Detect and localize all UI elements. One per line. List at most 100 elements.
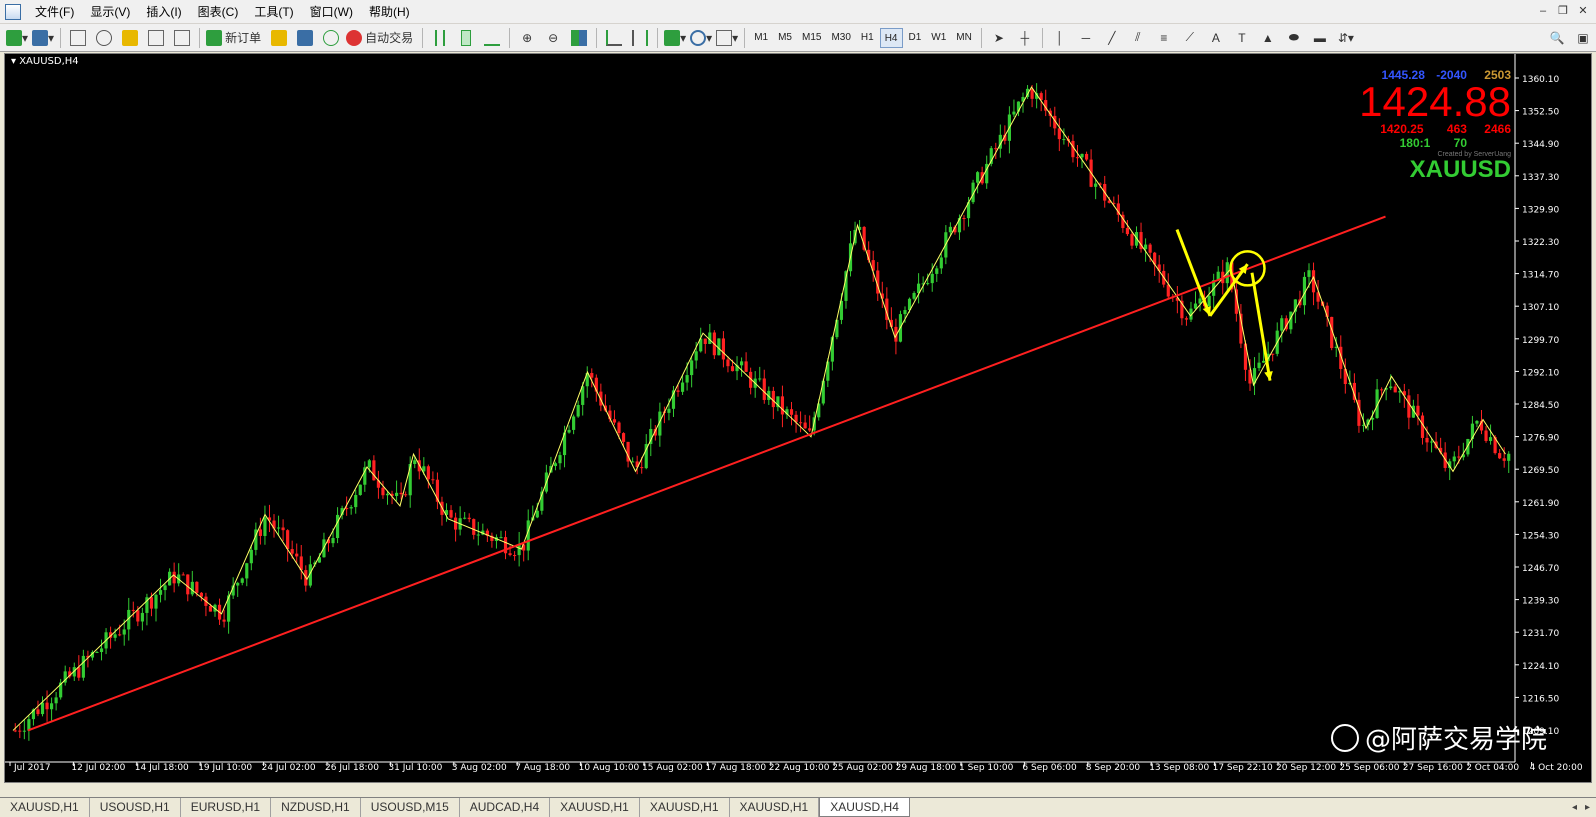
chart-tab[interactable]: USOUSD,M15 bbox=[360, 798, 460, 817]
fibonacci-fan-icon: ⟋ bbox=[1185, 30, 1195, 44]
toolbar-options-button[interactable]: ▣ bbox=[1572, 27, 1594, 49]
ellipse-button[interactable]: ⬬ bbox=[1283, 27, 1305, 49]
chart-tab[interactable]: AUDCAD,H4 bbox=[459, 798, 551, 817]
new-chart-button[interactable]: ▾ bbox=[6, 27, 28, 49]
candle-body bbox=[744, 361, 748, 372]
price-label: 1216.50 bbox=[1522, 694, 1559, 704]
periods-button[interactable]: ▾ bbox=[690, 27, 712, 49]
timeframe-d1[interactable]: D1 bbox=[905, 28, 926, 48]
menu-charts[interactable]: 图表(C) bbox=[190, 1, 247, 23]
candle-body bbox=[572, 416, 576, 430]
price-label: 1314.70 bbox=[1522, 271, 1559, 281]
minimize-icon[interactable]: – bbox=[1534, 3, 1552, 19]
restore-icon[interactable]: ❐ bbox=[1554, 3, 1572, 19]
zoom-in-button[interactable]: ⊕ bbox=[516, 27, 538, 49]
trendline bbox=[27, 215, 1386, 732]
chart-tab[interactable]: USOUSD,H1 bbox=[89, 798, 181, 817]
candle-body bbox=[413, 460, 417, 465]
cursor-button[interactable]: ➤ bbox=[988, 27, 1010, 49]
crosshair-button[interactable]: ┼ bbox=[1014, 27, 1036, 49]
text-label-button[interactable]: T bbox=[1231, 27, 1253, 49]
equidistant-channel-button[interactable]: ⫽ bbox=[1127, 27, 1149, 49]
zoom-out-button[interactable]: ⊖ bbox=[542, 27, 564, 49]
triangle-button[interactable]: ▲ bbox=[1257, 27, 1279, 49]
trendline-button[interactable]: ╱ bbox=[1101, 27, 1123, 49]
data-window-button[interactable] bbox=[93, 27, 115, 49]
close-icon[interactable]: ✕ bbox=[1574, 3, 1592, 19]
vertical-line-button[interactable]: │ bbox=[1049, 27, 1071, 49]
chart-tab[interactable]: XAUUSD,H1 bbox=[550, 798, 640, 817]
menu-view[interactable]: 显示(V) bbox=[82, 1, 138, 23]
timeframe-w1[interactable]: W1 bbox=[927, 28, 950, 48]
signals-icon bbox=[323, 29, 340, 46]
candle-body bbox=[1193, 303, 1198, 309]
candle-body bbox=[149, 597, 154, 609]
price-chart[interactable]: 1360.10 1352.50 1344.90 1337.30 1329.90 1322.… bbox=[4, 53, 1592, 783]
menu-help[interactable]: 帮助(H) bbox=[361, 1, 418, 23]
chart-tab[interactable]: XAUUSD,H1 bbox=[0, 798, 90, 817]
candle-body bbox=[590, 372, 594, 378]
tab-scroll-left-icon[interactable]: ◂ bbox=[1572, 802, 1577, 813]
tab-scroll-right-icon[interactable]: ▸ bbox=[1585, 802, 1590, 813]
timeframe-h1[interactable]: H1 bbox=[857, 28, 878, 48]
candle-body bbox=[1429, 441, 1434, 443]
chart-tab[interactable]: XAUUSD,H1 bbox=[639, 798, 730, 817]
menu-file[interactable]: 文件(F) bbox=[27, 1, 82, 23]
time-label: 10 Aug 10:00 bbox=[579, 763, 640, 773]
time-label: 24 Jul 02:00 bbox=[262, 763, 316, 773]
metaeditor-button[interactable] bbox=[268, 27, 290, 49]
timeframe-h4[interactable]: H4 bbox=[879, 27, 903, 48]
candle-body bbox=[1184, 318, 1189, 320]
chart-tabs: XAUUSD,H1 USOUSD,H1 EURUSD,H1 NZDUSD,H1 USOU… bbox=[0, 797, 1596, 817]
menu-insert[interactable]: 插入(I) bbox=[138, 1, 189, 23]
indicators-button[interactable]: ▾ bbox=[664, 27, 686, 49]
candlestick-button[interactable] bbox=[455, 27, 477, 49]
candle-body bbox=[140, 612, 144, 622]
candle-body bbox=[1257, 362, 1261, 369]
terminal-button[interactable] bbox=[145, 27, 167, 49]
candle-body bbox=[1488, 437, 1493, 441]
price-label: 1276.90 bbox=[1522, 434, 1559, 444]
strategy-tester-button[interactable] bbox=[171, 27, 193, 49]
bar-chart-button[interactable] bbox=[429, 27, 451, 49]
candle-body bbox=[349, 507, 353, 509]
signals-button[interactable] bbox=[320, 27, 342, 49]
templates-icon bbox=[716, 29, 733, 46]
chart-tab[interactable]: XAUUSD,H1 bbox=[729, 798, 820, 817]
tile-windows-button[interactable] bbox=[568, 27, 590, 49]
arrows-button[interactable]: ⇵ ▾ bbox=[1335, 27, 1357, 49]
templates-button[interactable]: ▾ bbox=[716, 27, 738, 49]
chart-tab[interactable]: XAUUSD,H4 bbox=[819, 798, 910, 817]
chart-tab[interactable]: EURUSD,H1 bbox=[180, 798, 272, 817]
horizontal-line-button[interactable]: ─ bbox=[1075, 27, 1097, 49]
rectangle-button[interactable]: ▬ bbox=[1309, 27, 1331, 49]
search-button[interactable]: 🔍 bbox=[1546, 27, 1568, 49]
menu-tools[interactable]: 工具(T) bbox=[246, 1, 301, 23]
timeframe-m15[interactable]: M15 bbox=[798, 28, 825, 48]
candle-body bbox=[576, 404, 580, 417]
editor-icon bbox=[271, 29, 288, 46]
timeframe-mn[interactable]: MN bbox=[952, 28, 976, 48]
menu-window[interactable]: 窗口(W) bbox=[302, 1, 361, 23]
fibonacci-button[interactable]: ≡ bbox=[1153, 27, 1175, 49]
text-button[interactable]: A bbox=[1205, 27, 1227, 49]
timeframe-m1[interactable]: M1 bbox=[750, 28, 772, 48]
timeframe-m5[interactable]: M5 bbox=[774, 28, 796, 48]
new-order-button[interactable]: 新订单 bbox=[206, 27, 264, 49]
auto-scroll-button[interactable] bbox=[603, 27, 625, 49]
timeframe-m30[interactable]: M30 bbox=[827, 28, 854, 48]
chart-tab[interactable]: NZDUSD,H1 bbox=[271, 798, 361, 817]
line-chart-button[interactable] bbox=[481, 27, 503, 49]
time-label: 26 Jul 18:00 bbox=[325, 763, 379, 773]
navigator-button[interactable] bbox=[119, 27, 141, 49]
time-label: Jul 2017 bbox=[13, 763, 51, 773]
auto-trading-button[interactable]: 自动交易 bbox=[346, 27, 416, 49]
candle-body bbox=[45, 702, 49, 710]
candle-body bbox=[172, 571, 176, 584]
community-button[interactable] bbox=[294, 27, 316, 49]
chart-shift-button[interactable] bbox=[629, 27, 651, 49]
candle-body bbox=[1075, 157, 1080, 159]
profiles-button[interactable]: ▾ bbox=[32, 27, 54, 49]
fibonacci-fan-button[interactable]: ⟋ bbox=[1179, 27, 1201, 49]
market-watch-button[interactable] bbox=[67, 27, 89, 49]
